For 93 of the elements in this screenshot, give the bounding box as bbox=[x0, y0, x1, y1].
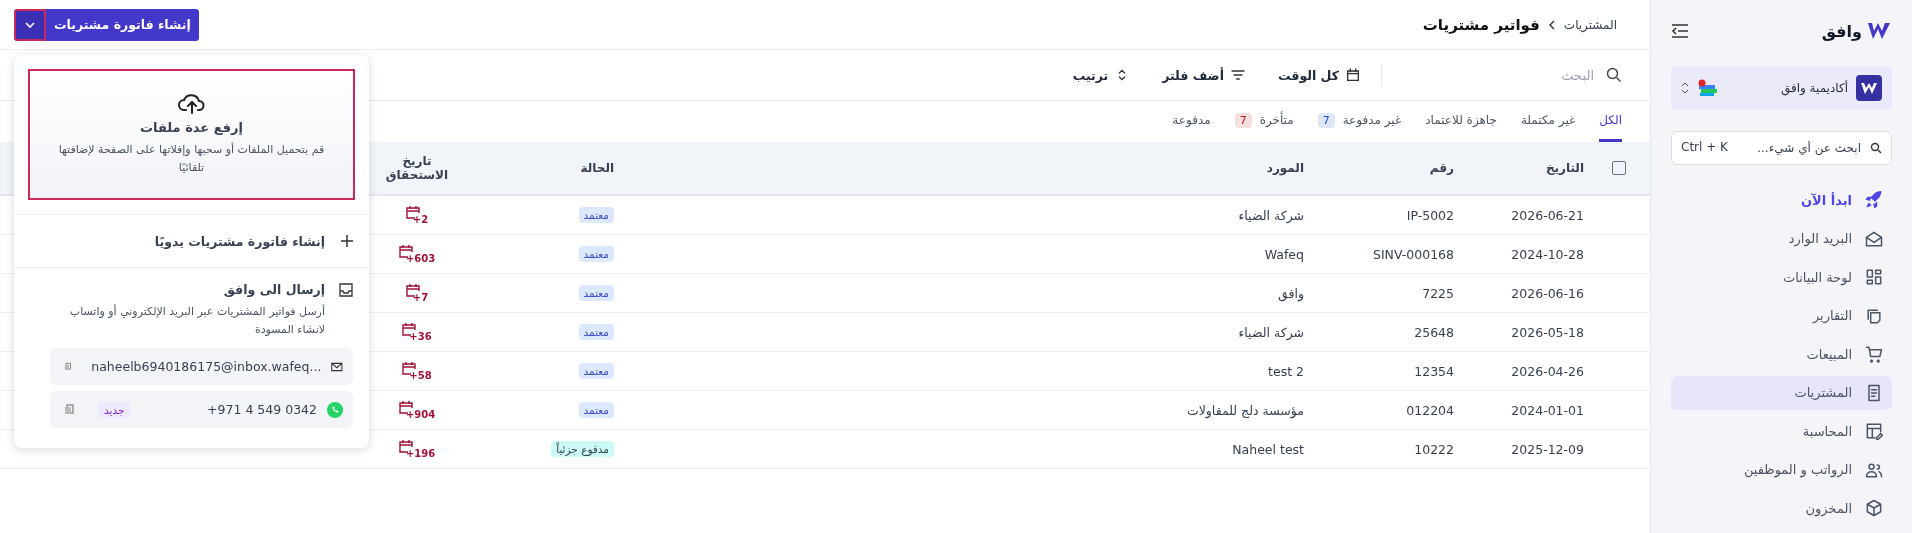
tab[interactable]: جاهزة للاعتماد bbox=[1425, 101, 1497, 142]
copy-icon[interactable] bbox=[64, 404, 74, 416]
table-cell: 2026-05-18 bbox=[1511, 324, 1584, 340]
dropdown-toggle[interactable] bbox=[14, 8, 46, 41]
table-cell: 2026-06-21 bbox=[1511, 207, 1584, 223]
select-all-checkbox[interactable] bbox=[1612, 161, 1626, 175]
table-cell: 10222 bbox=[1414, 441, 1454, 457]
table-cell: SINV-000168 bbox=[1372, 246, 1454, 262]
rocket-icon bbox=[1864, 190, 1884, 211]
nav-item[interactable]: المخزون bbox=[1671, 491, 1892, 526]
date-button[interactable]: كل الوقت bbox=[1278, 67, 1361, 83]
due-days: +58 bbox=[402, 370, 432, 381]
collapse-sidebar-icon[interactable] bbox=[1671, 23, 1689, 39]
cart-icon bbox=[1864, 344, 1884, 365]
cloud-upload-icon bbox=[177, 92, 206, 115]
nav-item[interactable]: المبيعات bbox=[1671, 337, 1892, 372]
copy-icon[interactable] bbox=[64, 361, 72, 373]
filter-button[interactable]: أضف فلتر bbox=[1162, 67, 1246, 83]
table-cell: test 2 bbox=[1268, 363, 1304, 379]
table-cell: وافق bbox=[1278, 285, 1304, 301]
shortcut-hint: Ctrl + K bbox=[1681, 140, 1728, 154]
column-header: رقم bbox=[1429, 161, 1454, 175]
count-badge: 7 bbox=[1234, 112, 1252, 128]
envelope-icon bbox=[331, 360, 343, 373]
table-cell: 2024-01-01 bbox=[1511, 402, 1584, 418]
column-header: التاريخ bbox=[1545, 161, 1584, 175]
send-description: أرسل فواتير المشتريات عبر البريد الإلكتروني أو واتساب لانشاء المسودة bbox=[68, 303, 325, 338]
table-cell: 25648 bbox=[1414, 324, 1454, 340]
status-badge: معتمد bbox=[578, 285, 614, 301]
nav-item[interactable]: المحاسبة bbox=[1671, 414, 1892, 449]
due-days: +904 bbox=[398, 409, 436, 420]
search-field[interactable]: البحث bbox=[1442, 66, 1596, 84]
nav-item[interactable]: الرواتب و الموظفين bbox=[1671, 452, 1892, 487]
filter-icon bbox=[1230, 67, 1246, 83]
status-badge: مدفوع جزئياً bbox=[551, 441, 614, 457]
search-icon bbox=[1870, 142, 1882, 154]
inbox-icon bbox=[339, 282, 353, 297]
breadcrumb-link[interactable]: المشتريات bbox=[1563, 17, 1617, 32]
table-cell: Wafeq bbox=[1264, 246, 1304, 262]
upload-description: قم بتحميل الملفات أو سحبها وإفلاتها على الصفحة لإضافتها تلقائيًا bbox=[57, 141, 326, 176]
column-header: المورد bbox=[1266, 161, 1304, 175]
table-cell: 2026-06-16 bbox=[1511, 285, 1584, 301]
chevron-down-icon bbox=[24, 20, 36, 29]
chevron-icon bbox=[1547, 19, 1556, 30]
status-badge: معتمد bbox=[578, 324, 614, 340]
due-days: +36 bbox=[402, 331, 432, 342]
organization-switcher[interactable]: أكاديمية وافق bbox=[1671, 66, 1892, 110]
table-cell: Naheel test bbox=[1232, 441, 1304, 457]
column-header: تاريخ الاستحقاق bbox=[384, 154, 450, 182]
table-cell: 12354 bbox=[1414, 363, 1454, 379]
nav-item[interactable]: لوحة البيانات bbox=[1671, 260, 1892, 295]
plus-icon bbox=[341, 235, 353, 247]
table-cell: 2024-10-28 bbox=[1511, 246, 1584, 262]
due-days: +7 bbox=[405, 292, 429, 303]
nav-item[interactable]: البريد الوارد bbox=[1671, 221, 1892, 256]
table-cell: 2026-04-26 bbox=[1511, 363, 1584, 379]
nav-item[interactable]: المشتريات bbox=[1671, 375, 1892, 410]
nav-item[interactable]: التقارير bbox=[1671, 298, 1892, 333]
box-icon bbox=[1864, 498, 1884, 519]
due-days: +196 bbox=[398, 448, 436, 459]
column-header: الحالة bbox=[580, 161, 614, 175]
status-badge: معتمد bbox=[578, 402, 614, 418]
search-icon bbox=[1606, 67, 1622, 83]
upload-title: إرفع عدة ملفات bbox=[139, 120, 244, 136]
page-title: فواتير مشتريات bbox=[1422, 15, 1540, 34]
upload-area[interactable]: إرفع عدة ملفات قم بتحميل الملفات أو سحبها وإفلاتها على الصفحة لإضافتها تلقائيًا bbox=[28, 69, 355, 200]
status-badge: معتمد bbox=[578, 363, 614, 379]
table-cell: 7225 bbox=[1422, 285, 1454, 301]
calendar-icon bbox=[1345, 67, 1361, 83]
spreadsheet-icon bbox=[1864, 421, 1884, 442]
manual-create-item[interactable]: إنشاء فاتورة مشتريات يدويًا bbox=[14, 214, 369, 268]
new-badge: جديد bbox=[98, 401, 131, 418]
table-cell: شركة الضياء bbox=[1238, 207, 1304, 223]
table-cell: 012204 bbox=[1406, 402, 1454, 418]
organization-logo bbox=[1856, 75, 1882, 101]
table-cell: مؤسسة دلج للمقاولات bbox=[1186, 402, 1304, 418]
table-cell: IP-5002 bbox=[1406, 207, 1454, 223]
nav-item[interactable]: ابدأ الآن bbox=[1671, 183, 1892, 218]
due-days: +2 bbox=[405, 214, 429, 225]
due-days: +603 bbox=[398, 253, 436, 264]
sort-button[interactable]: ترتيب bbox=[1072, 67, 1131, 83]
chevron-updown-icon bbox=[1681, 82, 1689, 94]
table-cell: 2025-12-09 bbox=[1511, 441, 1584, 457]
send-title: إرسال الى وافق bbox=[223, 282, 325, 297]
status-badge: معتمد bbox=[578, 207, 614, 223]
table-cell: شركة الضياء bbox=[1238, 324, 1304, 340]
logo[interactable]: وافق bbox=[1821, 20, 1892, 42]
count-badge: 7 bbox=[1317, 112, 1335, 128]
status-badge: معتمد bbox=[578, 246, 614, 262]
tab[interactable]: مدفوعة bbox=[1172, 101, 1211, 142]
tab[interactable]: غير مكتملة bbox=[1520, 101, 1576, 142]
whatsapp-icon bbox=[327, 401, 343, 418]
email-address-field[interactable]: naheelb6940186175@inbox.wafeq... bbox=[50, 348, 353, 386]
